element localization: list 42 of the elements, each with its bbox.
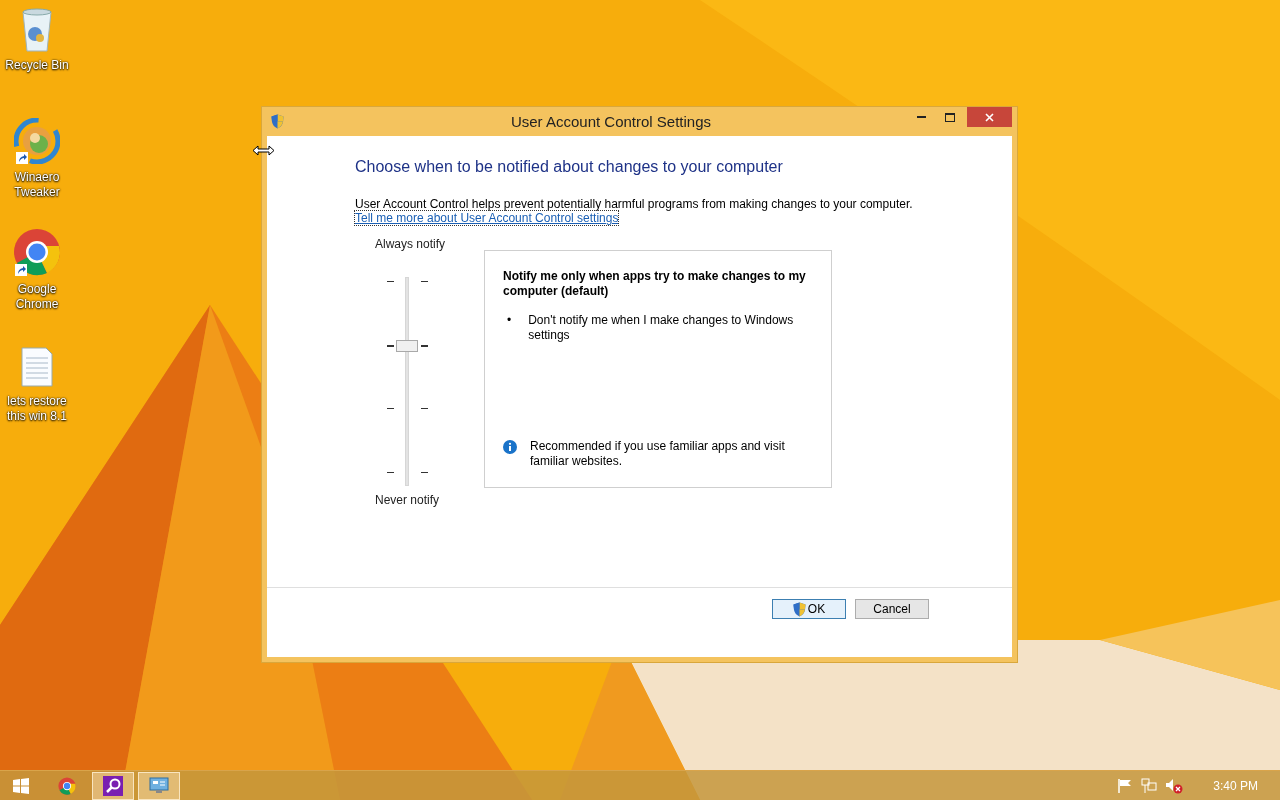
slider-tick — [421, 281, 428, 282]
dialog-button[interactable]: Cancel — [855, 599, 929, 619]
network-icon[interactable] — [1141, 777, 1158, 794]
desktop-icon[interactable]: Winaero Tweaker — [0, 116, 74, 228]
flag-icon[interactable] — [1117, 777, 1134, 794]
monitor-icon — [149, 776, 169, 795]
slider-tick — [387, 281, 394, 282]
bullet-text: Don't notify me when I make changes to Windows settings — [528, 313, 795, 343]
slider-tick — [421, 472, 428, 473]
setting-title: Notify me only when apps try to make changes to my computer (default) — [503, 269, 807, 299]
shield-icon — [792, 601, 806, 617]
taskbar-button[interactable] — [92, 771, 134, 800]
bullet-mark: • — [507, 313, 512, 329]
recommendation-text: Recommended if you use familiar apps and visit familiar websites. — [530, 439, 786, 469]
desktop-icon[interactable]: Recycle Bin — [0, 4, 74, 116]
magnifier-icon — [103, 775, 123, 796]
page-heading: Choose when to be notified about changes to your computer — [355, 158, 784, 176]
clock[interactable]: 3:40 PM — [1213, 778, 1258, 793]
maximize-icon — [945, 112, 955, 122]
chrome-icon — [58, 776, 76, 795]
document-icon — [20, 346, 54, 388]
slider-tick — [387, 344, 394, 347]
slider-tick — [387, 472, 394, 473]
description-text: User Account Control helps prevent potentially harmful programs from making changes to your computer. — [355, 197, 913, 211]
minimize-icon — [916, 116, 926, 118]
slider-thumb[interactable] — [396, 339, 418, 352]
muted-speaker-icon[interactable] — [1165, 777, 1184, 794]
chrome-icon — [13, 228, 61, 276]
slider-label: Always notify — [375, 237, 447, 251]
window-title: User Account Control Settings — [509, 113, 713, 130]
info-icon — [503, 440, 517, 454]
dialog-button[interactable]: OK — [772, 599, 846, 619]
slider-tick — [421, 408, 428, 410]
shield-icon — [271, 114, 284, 129]
slider-tick — [387, 408, 394, 410]
desktop-icon[interactable]: Google Chrome — [0, 228, 74, 340]
slider-label: Never notify — [375, 493, 441, 507]
help-link[interactable]: Tell me more about User Account Control settings — [355, 211, 619, 225]
desktop-icon[interactable]: lets restore this win 8.1 — [0, 340, 74, 452]
windows-logo-icon — [13, 777, 29, 794]
slider-tick — [421, 344, 428, 347]
close-icon — [985, 112, 994, 122]
